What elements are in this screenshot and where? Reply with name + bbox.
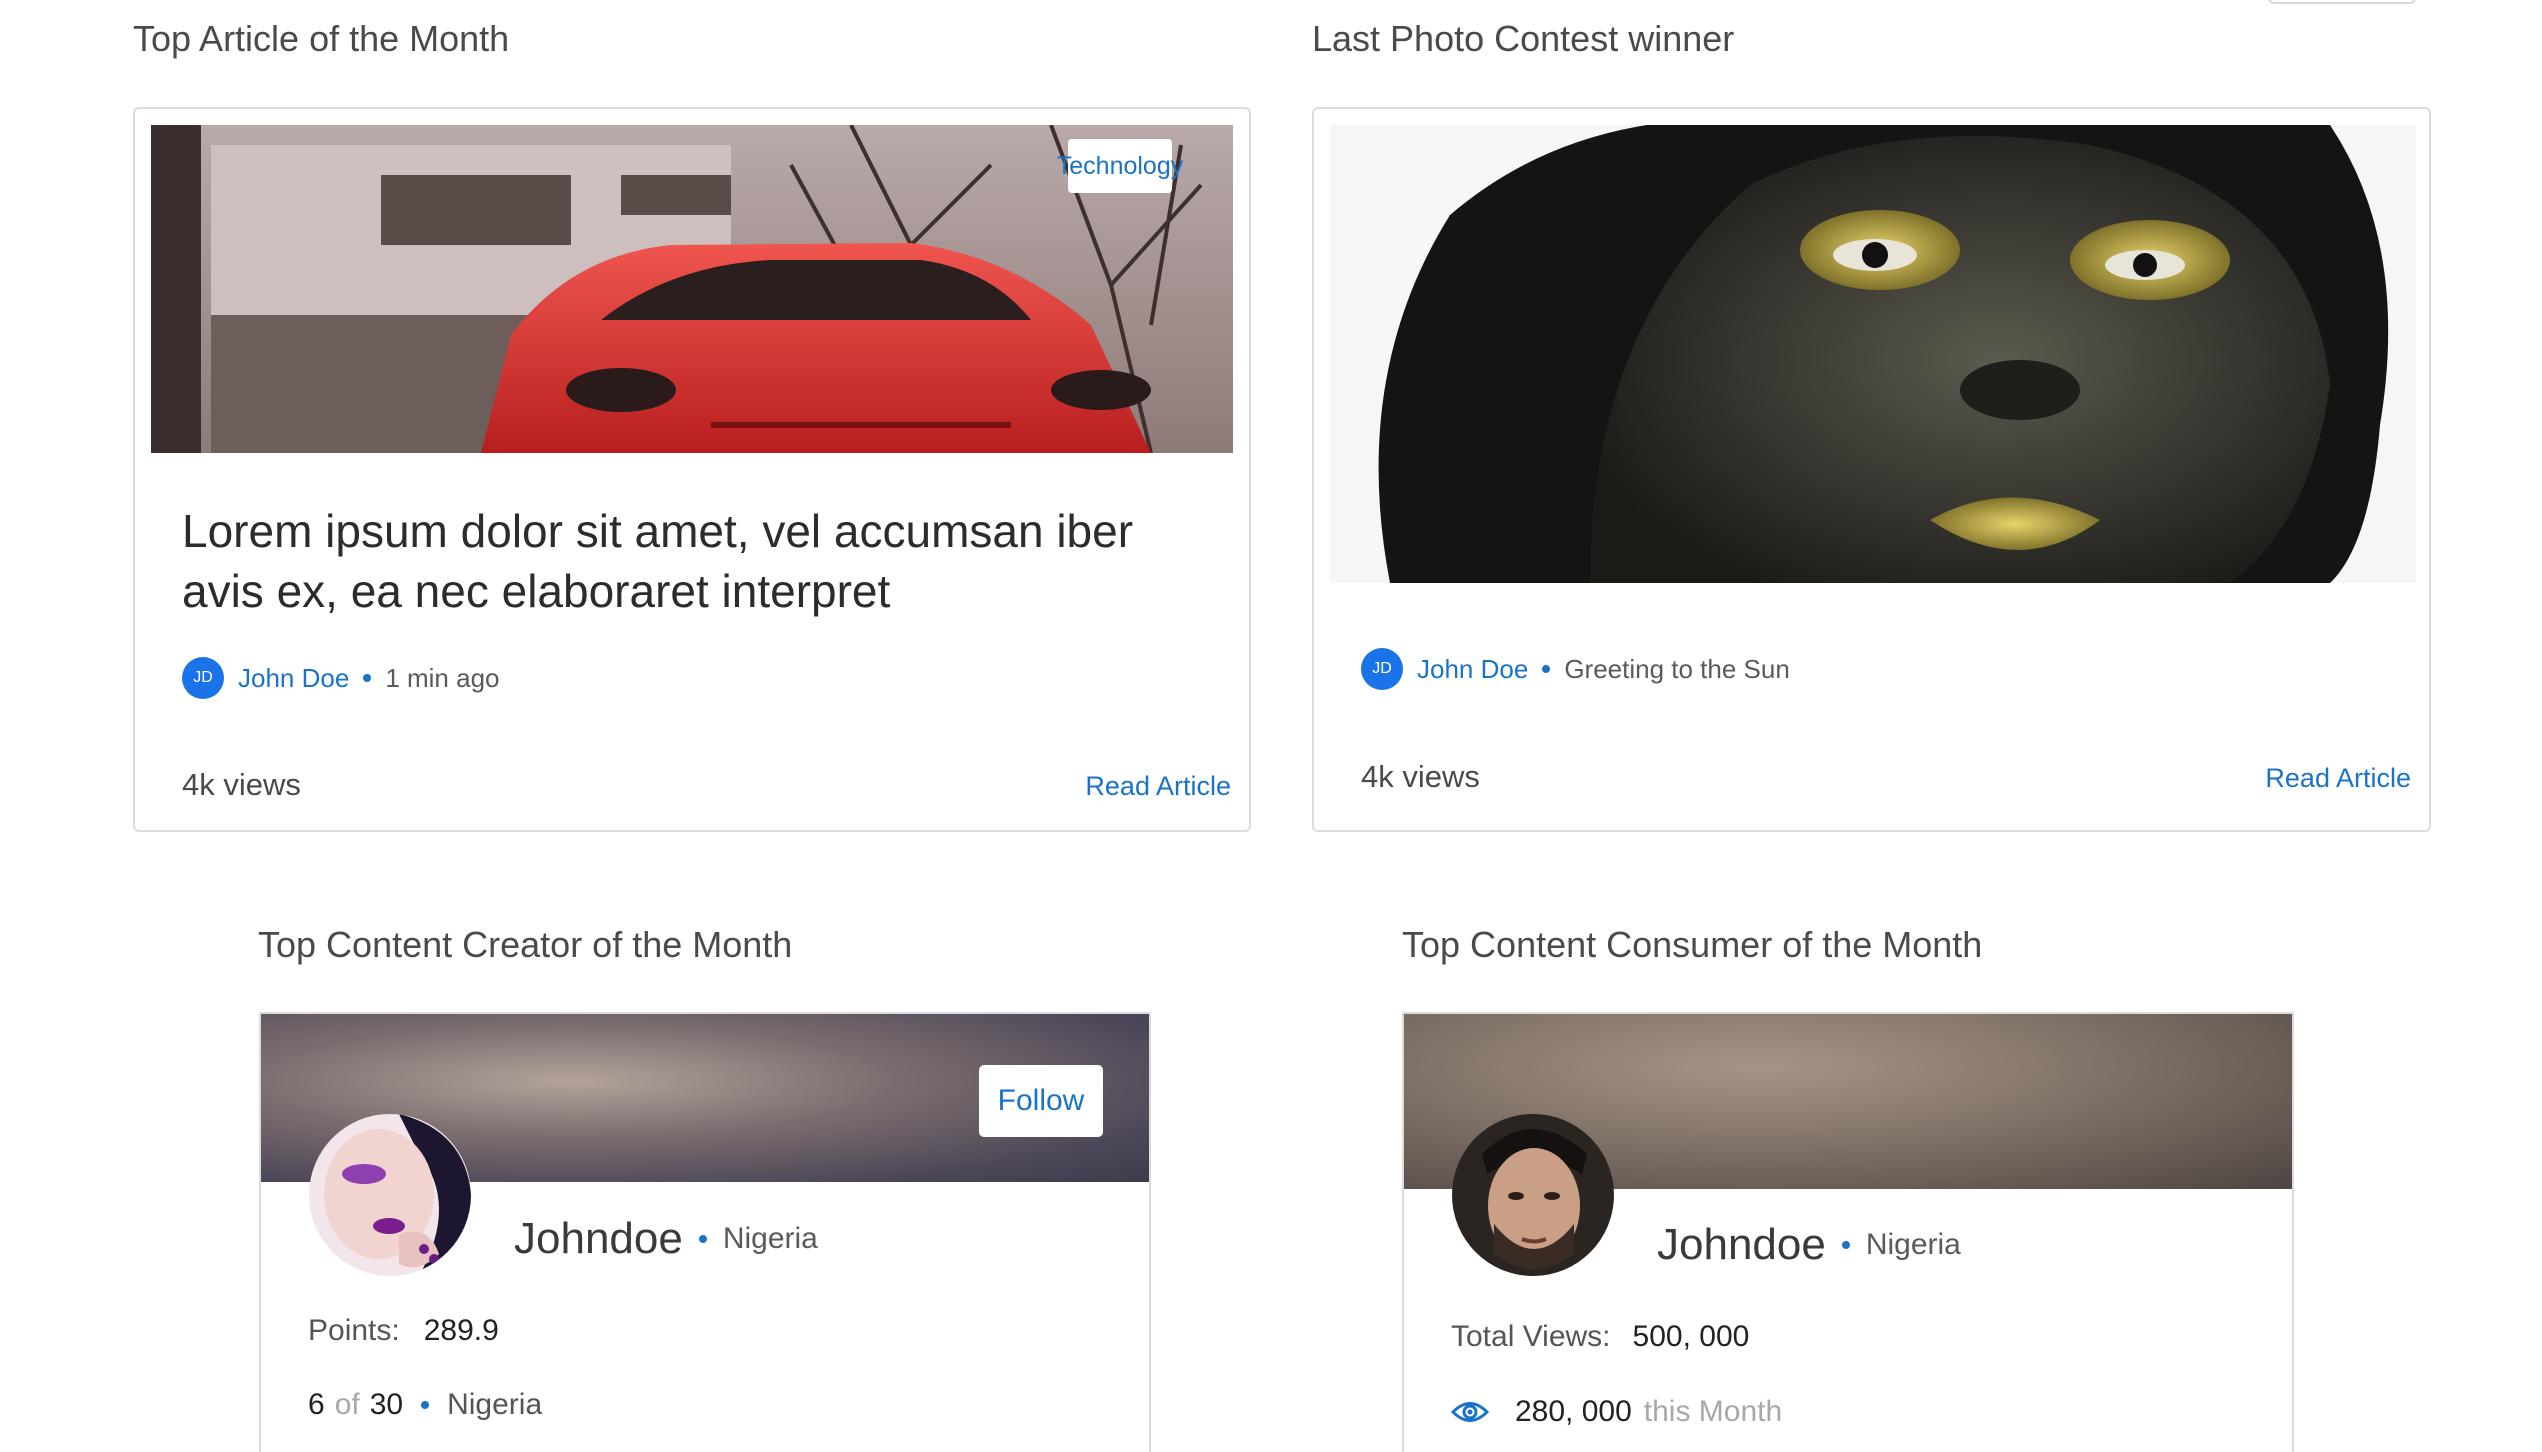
photo-views: 4k views (1361, 759, 1480, 794)
total-views-label: Total Views: (1451, 1320, 1611, 1353)
creator-username[interactable]: Johndoe (514, 1214, 683, 1264)
article-views: 4k views (182, 767, 301, 802)
identity-separator-dot (1841, 1241, 1850, 1249)
section-title-top-creator: Top Content Creator of the Month (258, 924, 793, 965)
header-button-fragment[interactable] (2268, 0, 2416, 4)
article-time: 1 min ago (385, 662, 500, 693)
photographer-avatar[interactable]: JD (1361, 648, 1403, 690)
contest-photo[interactable] (1330, 125, 2416, 583)
photo-contest-card: JD John Doe Greeting to the Sun 4k views… (1312, 107, 2431, 832)
section-title-photo-contest: Last Photo Contest winner (1312, 18, 1735, 59)
month-views-suffix: this Month (1643, 1395, 1783, 1428)
creator-avatar[interactable] (309, 1114, 471, 1276)
rank-separator-dot (421, 1401, 430, 1409)
creator-portrait-image (309, 1114, 471, 1276)
follow-button[interactable]: Follow (979, 1065, 1103, 1137)
month-views-value: 280, 000 (1515, 1395, 1632, 1428)
category-badge[interactable]: Technology (1057, 139, 1183, 193)
meta-separator-dot (363, 674, 372, 682)
meta-separator-dot (1542, 665, 1551, 673)
creator-country: Nigeria (722, 1222, 818, 1255)
consumer-identity: Johndoe Nigeria (1657, 1220, 1961, 1270)
rank-of: of (334, 1388, 360, 1421)
article-meta: JD John Doe 1 min ago (182, 657, 500, 699)
author-avatar[interactable]: JD (182, 657, 224, 699)
top-consumer-card: Johndoe Nigeria Total Views: 500, 000 28… (1402, 1012, 2294, 1452)
top-article-card: Technology Lorem ipsum dolor sit amet, v… (133, 107, 1251, 832)
consumer-avatar[interactable] (1452, 1114, 1614, 1276)
photo-meta: JD John Doe Greeting to the Sun (1361, 648, 1790, 690)
section-title-top-consumer: Top Content Consumer of the Month (1402, 924, 1983, 965)
consumer-username[interactable]: Johndoe (1657, 1220, 1826, 1270)
consumer-total-views-row: Total Views: 500, 000 (1451, 1320, 1749, 1354)
points-label: Points: (308, 1314, 400, 1347)
author-name[interactable]: John Doe (238, 663, 349, 694)
creator-points-row: Points: 289.9 (308, 1314, 499, 1348)
consumer-country: Nigeria (1865, 1228, 1961, 1261)
consumer-portrait-image (1452, 1114, 1614, 1276)
total-views-value: 500, 000 (1632, 1320, 1750, 1353)
creator-rank-row: 6 of 30 Nigeria (308, 1388, 542, 1422)
read-article-link[interactable]: Read Article (2265, 763, 2411, 794)
read-article-link[interactable]: Read Article (1085, 771, 1231, 802)
category-label: Technology (1056, 151, 1184, 180)
photographer-name[interactable]: John Doe (1417, 654, 1528, 685)
portrait-photo-image (1330, 125, 2416, 583)
creator-identity: Johndoe Nigeria (514, 1214, 818, 1264)
article-title[interactable]: Lorem ipsum dolor sit amet, vel accumsan… (182, 501, 1222, 621)
photo-caption: Greeting to the Sun (1564, 653, 1790, 684)
identity-separator-dot (698, 1235, 707, 1243)
top-creator-card: Follow Johndoe Nigeria Points: 289.9 6 o… (259, 1012, 1151, 1452)
rank-total: 30 (369, 1388, 404, 1421)
rank-country: Nigeria (447, 1388, 543, 1421)
section-title-top-article: Top Article of the Month (133, 18, 510, 59)
eye-icon (1451, 1399, 1489, 1425)
points-value: 289.9 (423, 1314, 499, 1347)
consumer-month-views-row: 280, 000 this Month (1451, 1395, 1782, 1429)
rank-value: 6 (308, 1388, 325, 1421)
